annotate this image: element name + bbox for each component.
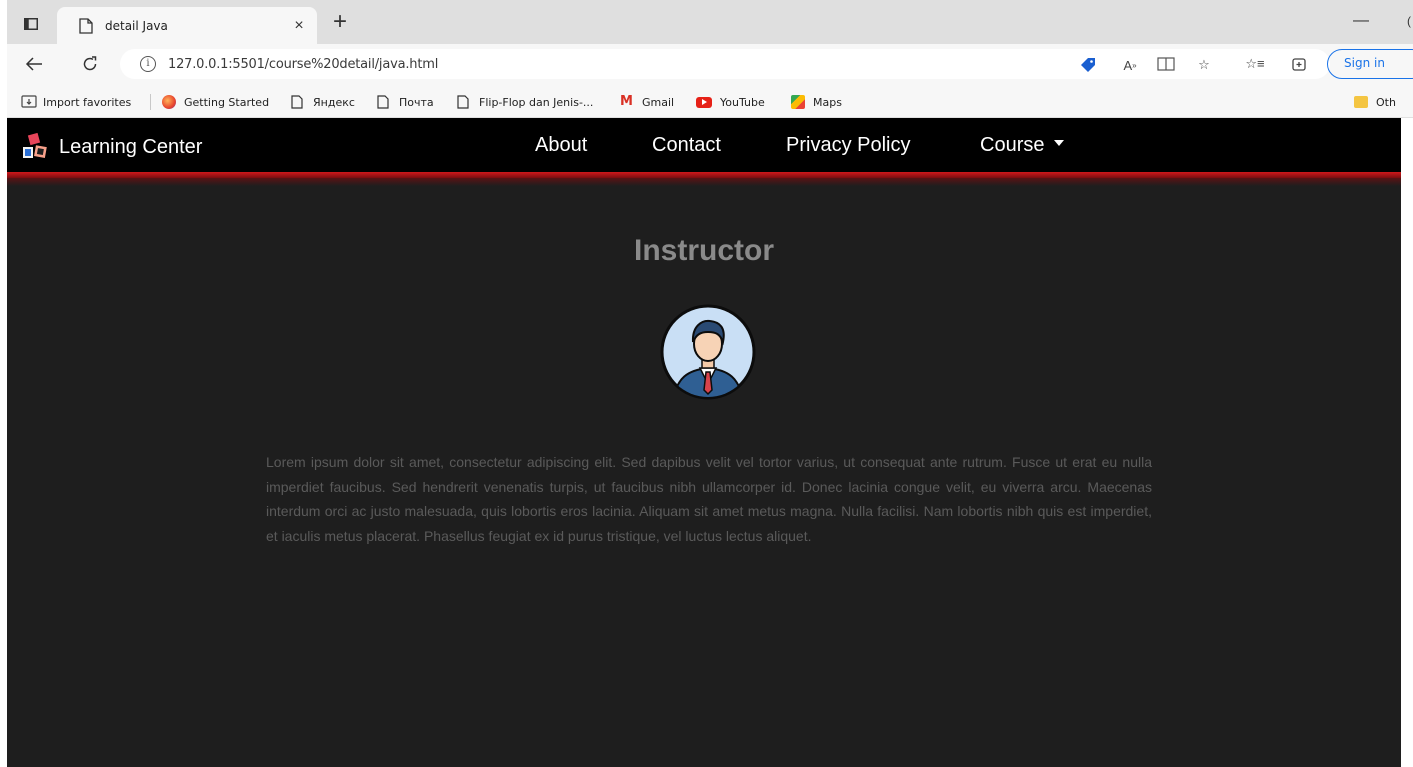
favorite-label: Яндекс <box>313 95 355 109</box>
refresh-button[interactable] <box>79 53 101 75</box>
page-icon <box>377 95 391 109</box>
maximize-icon[interactable]: ( <box>1407 14 1411 28</box>
tab-close-button[interactable]: × <box>291 17 307 35</box>
brand-link[interactable]: Learning Center <box>21 132 202 162</box>
minimize-button[interactable]: — <box>1353 12 1369 30</box>
sign-in-label: Sign in <box>1344 56 1385 70</box>
nav-privacy-link[interactable]: Privacy Policy <box>786 134 910 157</box>
tab-title: detail Java <box>105 18 168 33</box>
youtube-icon <box>696 96 712 108</box>
instructor-description: Lorem ipsum dolor sit amet, consectetur … <box>266 454 1152 544</box>
nav-course-label: Course <box>980 134 1045 156</box>
back-button[interactable] <box>23 53 45 75</box>
new-tab-button[interactable]: + <box>329 10 351 34</box>
favorite-gmail[interactable]: M Gmail <box>620 93 674 111</box>
tab-actions-icon[interactable] <box>21 14 41 34</box>
favorite-pochta[interactable]: Почта <box>377 93 434 111</box>
window-right-edge <box>1401 118 1413 767</box>
maps-icon <box>791 95 805 109</box>
webpage: Learning Center About Contact Privacy Po… <box>7 118 1401 767</box>
favorite-label: Oth <box>1376 95 1396 109</box>
firefox-icon <box>162 95 176 109</box>
sign-in-button[interactable]: Sign in <box>1327 49 1413 79</box>
favorite-label: Getting Started <box>184 95 270 109</box>
navbar-shadow <box>7 178 1401 186</box>
favorite-maps[interactable]: Maps <box>791 93 842 111</box>
page-icon <box>457 95 471 109</box>
url-text[interactable]: 127.0.0.1:5501/course%20detail/java.html <box>168 57 438 72</box>
favorite-youtube[interactable]: YouTube <box>696 93 765 111</box>
favorite-yandex[interactable]: Яндекс <box>291 93 355 111</box>
blocks-logo-icon <box>23 132 47 158</box>
back-arrow-icon <box>25 57 42 71</box>
favorite-label: YouTube <box>720 95 765 109</box>
page-icon <box>291 95 305 109</box>
site-navbar: Learning Center About Contact Privacy Po… <box>7 118 1401 172</box>
favorite-label: Gmail <box>642 95 675 109</box>
instructor-heading: Instructor <box>633 234 774 267</box>
favorite-label: Import favorites <box>43 95 132 109</box>
read-aloud-icon[interactable]: A» <box>1120 55 1140 75</box>
nav-about-link[interactable]: About <box>535 134 587 157</box>
favorites-icon[interactable]: ☆≡ <box>1245 54 1265 74</box>
favorites-divider <box>150 94 151 110</box>
nav-course-dropdown[interactable]: Course <box>980 134 1065 157</box>
favorite-import[interactable]: Import favorites <box>21 93 131 111</box>
add-favorite-icon[interactable]: ☆ <box>1194 55 1214 75</box>
tab-strip: detail Java × + — ( <box>7 0 1413 44</box>
nav-contact-link[interactable]: Contact <box>652 134 721 157</box>
address-row: i 127.0.0.1:5501/course%20detail/java.ht… <box>7 44 1413 84</box>
favorite-label: Maps <box>813 95 842 109</box>
favorites-bar: Import favorites Getting Started Яндекс … <box>7 84 1413 118</box>
import-icon <box>21 95 37 109</box>
favorite-other[interactable]: Oth <box>1354 93 1396 111</box>
tag-icon[interactable] <box>1078 55 1098 75</box>
address-bar[interactable]: i 127.0.0.1:5501/course%20detail/java.ht… <box>120 49 1330 79</box>
instructor-avatar-icon <box>660 304 756 400</box>
tab-detail-java[interactable]: detail Java × <box>57 7 317 44</box>
refresh-icon <box>83 56 97 71</box>
caret-down-icon <box>1054 139 1065 146</box>
gmail-icon: M <box>620 94 633 109</box>
info-icon[interactable]: i <box>140 56 156 72</box>
folder-icon <box>1354 96 1368 108</box>
favorite-label: Flip-Flop dan Jenis-... <box>479 95 594 109</box>
collections-icon[interactable] <box>1290 54 1310 74</box>
page-icon <box>79 17 93 34</box>
window-edge <box>0 0 7 767</box>
favorite-getting-started[interactable]: Getting Started <box>162 93 269 111</box>
immersive-reader-icon[interactable] <box>1156 55 1176 75</box>
favorite-label: Почта <box>399 95 434 109</box>
brand-name: Learning Center <box>59 135 203 158</box>
favorite-flip-flop[interactable]: Flip-Flop dan Jenis-... <box>457 93 593 111</box>
